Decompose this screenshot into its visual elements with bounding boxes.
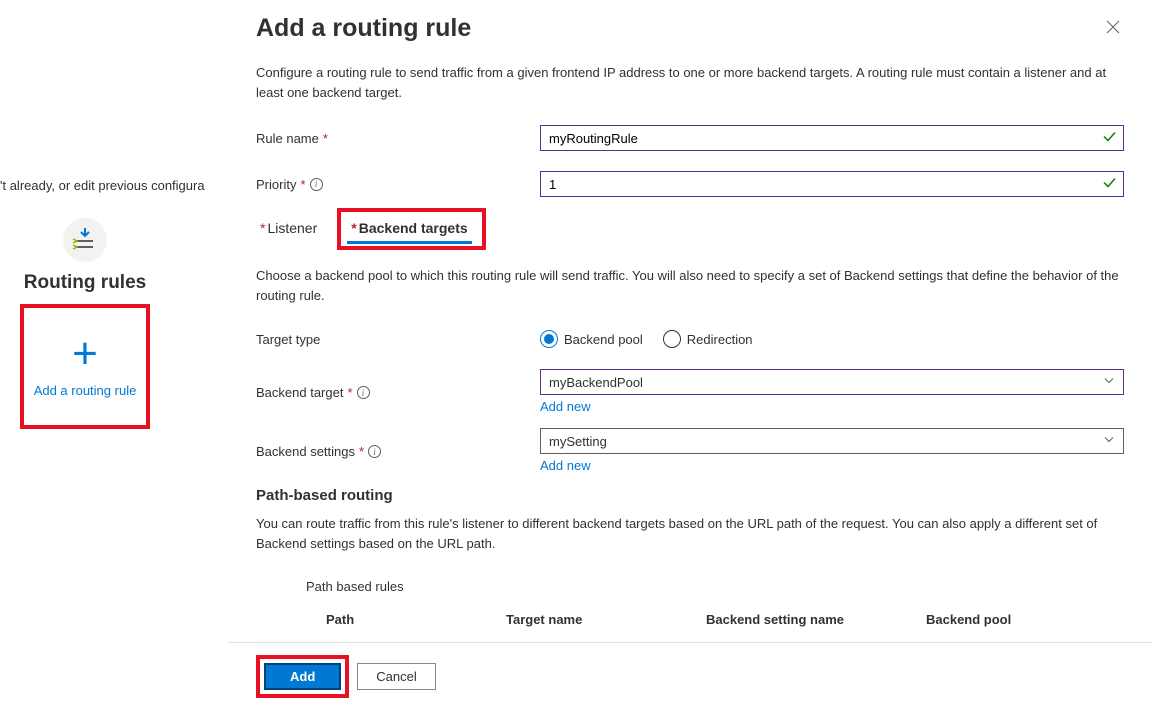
backend-settings-select[interactable]: mySetting (540, 428, 1124, 454)
backend-target-add-new-link[interactable]: Add new (540, 399, 1124, 414)
tab-listener[interactable]: * Listener (256, 214, 321, 244)
rule-name-input[interactable] (540, 125, 1124, 151)
radio-redirection-label: Redirection (687, 332, 753, 347)
radio-backend-pool[interactable]: Backend pool (540, 330, 643, 348)
required-asterisk: * (300, 177, 305, 192)
tab-backend-targets[interactable]: * Backend targets (347, 214, 471, 244)
th-backend-setting-name: Backend setting name (706, 612, 926, 627)
plus-icon: + (72, 332, 98, 376)
panel-description: Configure a routing rule to send traffic… (256, 63, 1124, 102)
path-based-routing-heading: Path-based routing (256, 487, 1124, 504)
tab-listener-label: Listener (267, 220, 317, 236)
chevron-down-icon (1103, 375, 1115, 390)
backend-target-select[interactable]: myBackendPool (540, 369, 1124, 395)
routing-rules-title: Routing rules (20, 272, 150, 294)
add-routing-rule-label: Add a routing rule (34, 382, 137, 400)
panel-title: Add a routing rule (256, 14, 471, 43)
tab-backend-targets-label: Backend targets (359, 220, 468, 236)
backend-target-value: myBackendPool (549, 375, 643, 390)
priority-label: Priority (256, 177, 296, 192)
path-based-routing-description: You can route traffic from this rule's l… (256, 514, 1124, 553)
routing-rules-section: Routing rules + Add a routing rule (20, 218, 150, 429)
radio-unchecked-icon (663, 330, 681, 348)
priority-input[interactable] (540, 171, 1124, 197)
info-icon[interactable]: i (310, 178, 323, 191)
chevron-down-icon (1103, 434, 1115, 449)
routing-rules-icon (63, 218, 107, 262)
info-icon[interactable]: i (368, 445, 381, 458)
backend-settings-label: Backend settings (256, 444, 355, 459)
info-icon[interactable]: i (357, 386, 370, 399)
required-asterisk: * (347, 385, 352, 400)
tab-backend-targets-highlight: * Backend targets (337, 208, 485, 250)
tab-description: Choose a backend pool to which this rout… (256, 266, 1124, 305)
required-asterisk: * (323, 131, 328, 146)
required-asterisk: * (351, 220, 356, 236)
add-routing-rule-panel: Add a routing rule Configure a routing r… (228, 0, 1152, 710)
rule-name-label: Rule name (256, 131, 319, 146)
th-target-name: Target name (506, 612, 706, 627)
required-asterisk: * (359, 444, 364, 459)
radio-checked-icon (540, 330, 558, 348)
backend-settings-add-new-link[interactable]: Add new (540, 458, 1124, 473)
close-icon[interactable] (1102, 14, 1124, 43)
add-button[interactable]: Add (264, 663, 341, 690)
checkmark-icon (1102, 130, 1116, 147)
required-asterisk: * (260, 220, 265, 236)
radio-backend-pool-label: Backend pool (564, 332, 643, 347)
path-rules-table-header: Path Target name Backend setting name Ba… (306, 612, 1124, 627)
th-backend-pool: Backend pool (926, 612, 1086, 627)
radio-redirection[interactable]: Redirection (663, 330, 753, 348)
cancel-button[interactable]: Cancel (357, 663, 435, 690)
path-based-rules-title: Path based rules (306, 579, 1124, 594)
th-path: Path (306, 612, 506, 627)
checkmark-icon (1102, 176, 1116, 193)
target-type-label: Target type (256, 332, 320, 347)
add-routing-rule-tile[interactable]: + Add a routing rule (20, 304, 150, 429)
background-partial-text: 't already, or edit previous configura (0, 178, 205, 193)
add-button-highlight: Add (256, 655, 349, 698)
backend-target-label: Backend target (256, 385, 343, 400)
backend-settings-value: mySetting (549, 434, 607, 449)
